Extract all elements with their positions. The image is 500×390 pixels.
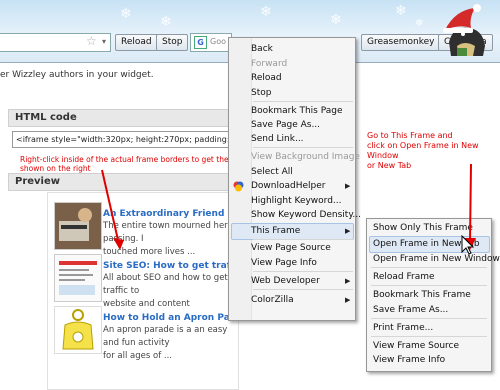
annotation-arrows [101, 163, 476, 255]
annotation-arrow-right [469, 163, 472, 243]
annotation-arrow-left [101, 169, 119, 241]
arrow-head-icon [113, 238, 124, 250]
